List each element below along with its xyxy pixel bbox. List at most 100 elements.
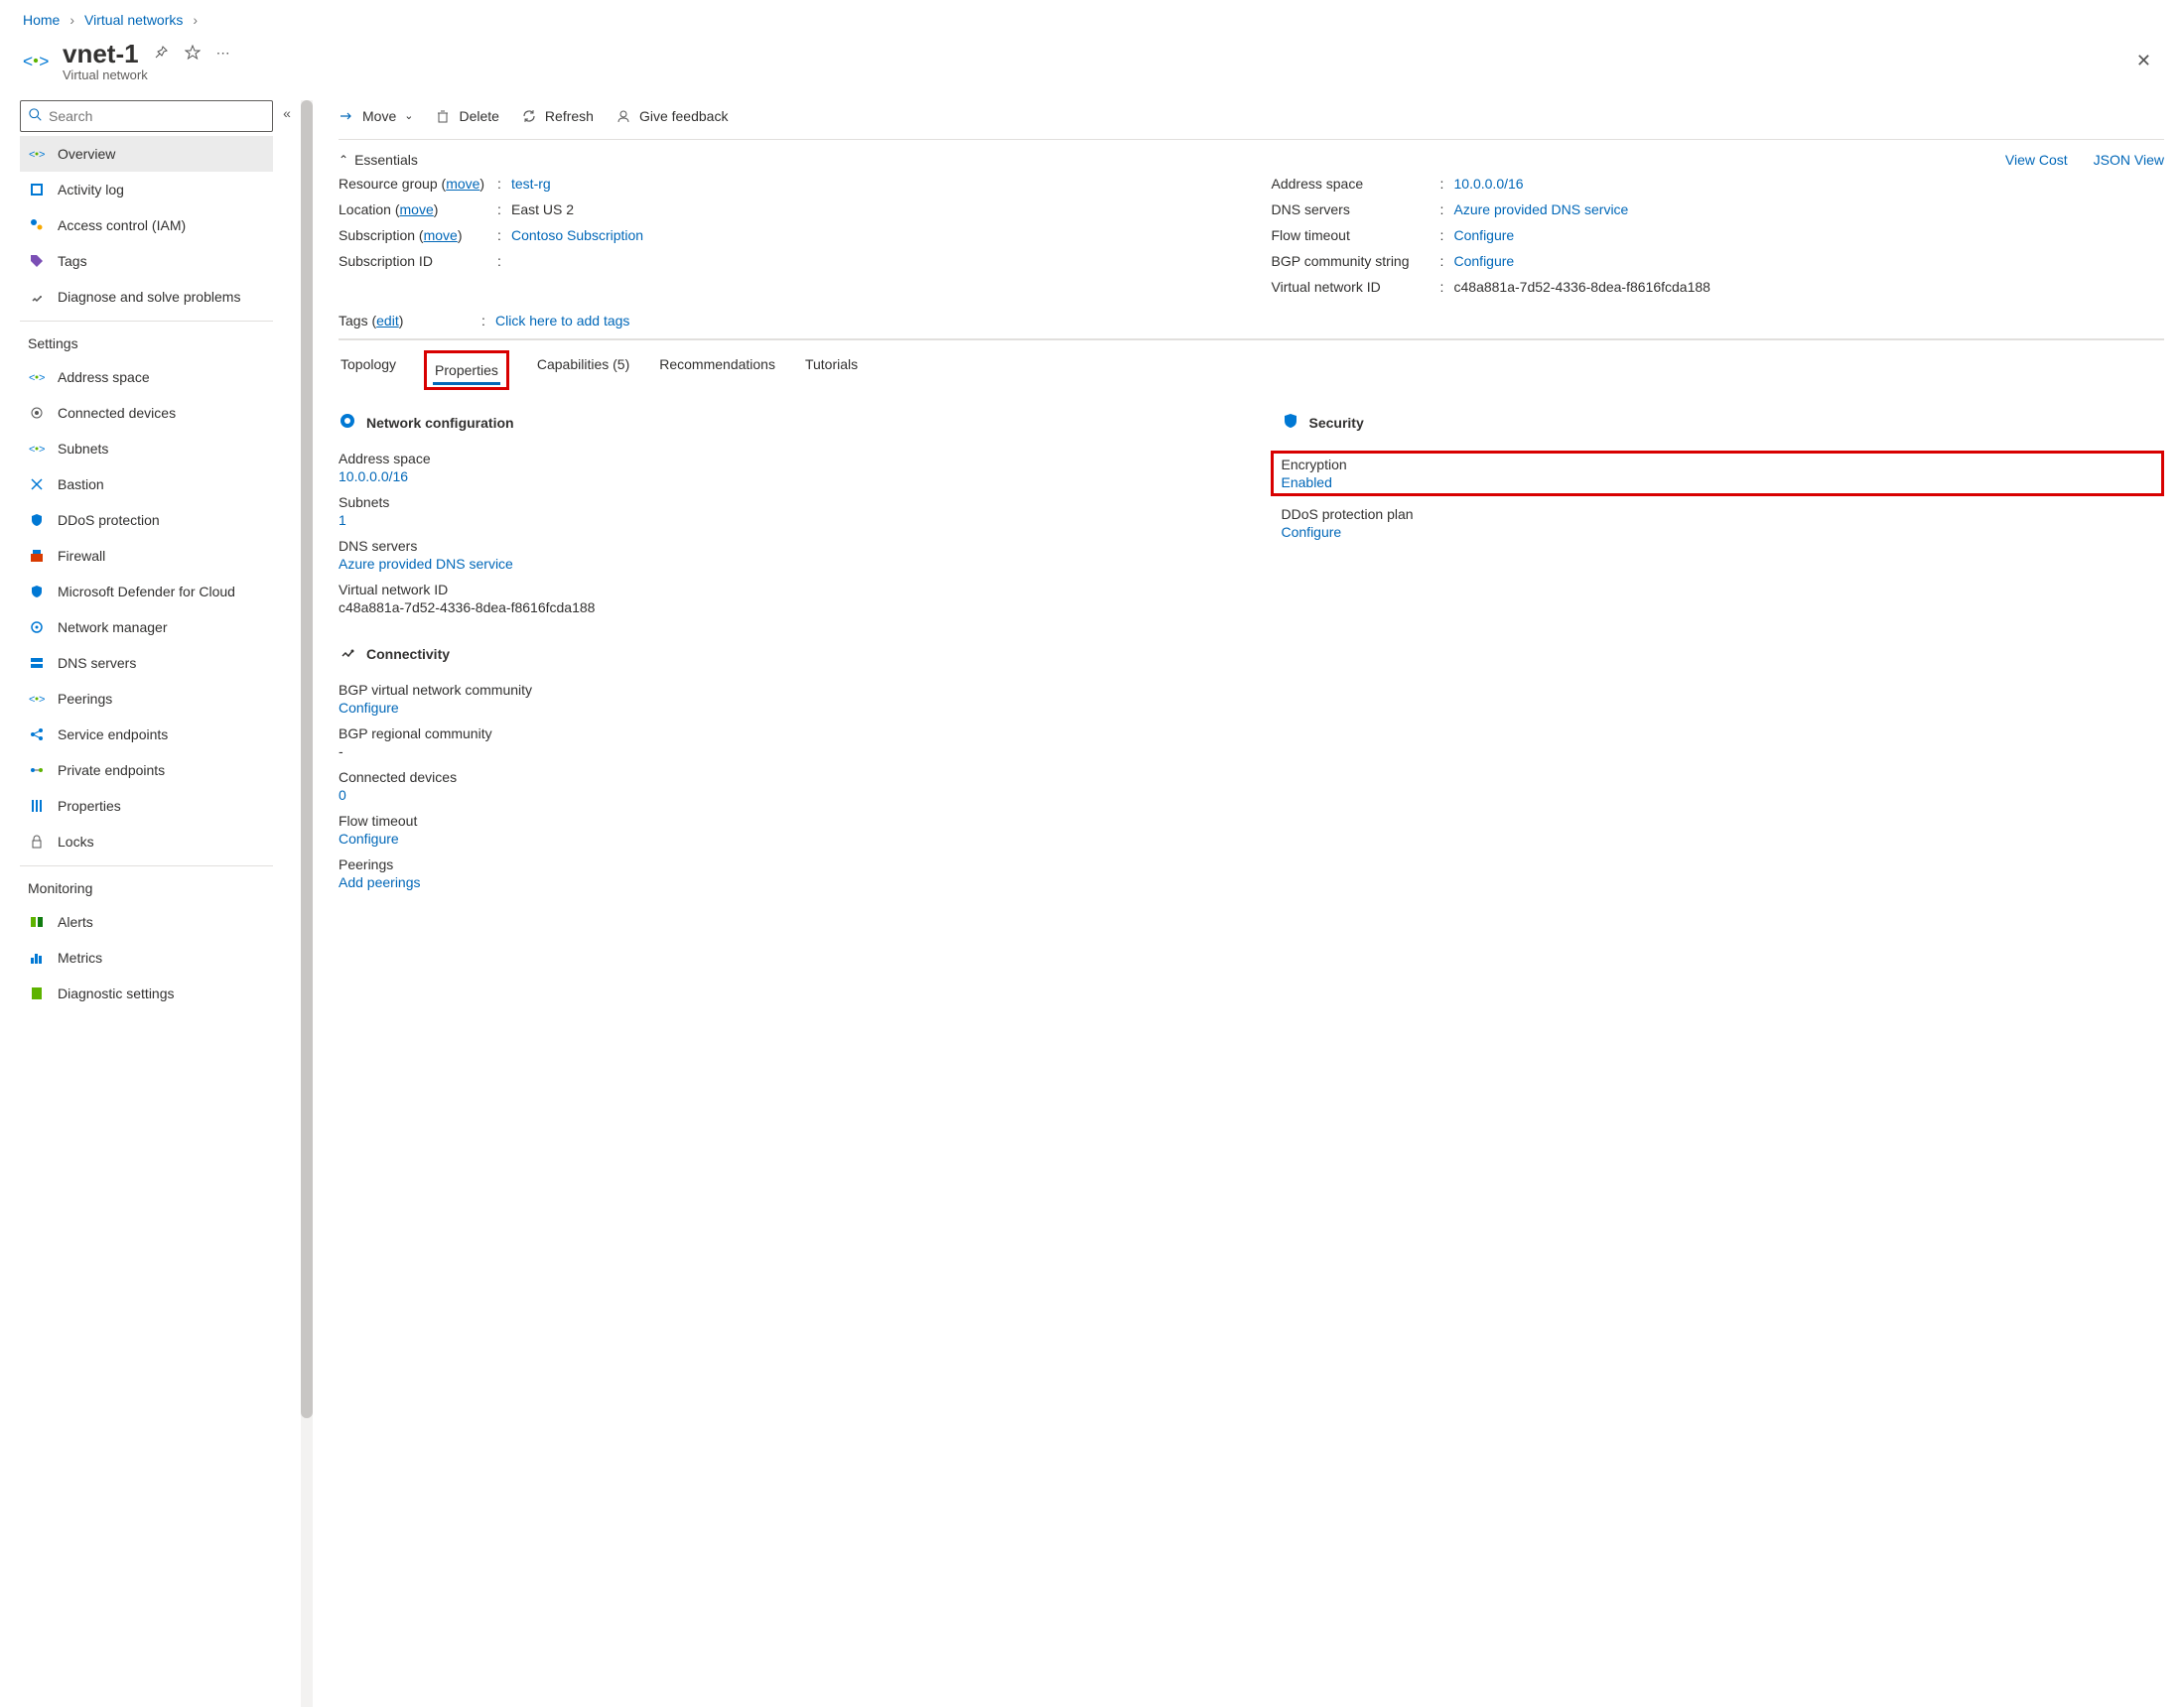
prop-peerings-label: Peerings [339, 856, 1222, 872]
network-config-title: Network configuration [339, 412, 1222, 433]
nav-dns-servers[interactable]: DNS servers [20, 645, 273, 681]
prop-connected-devices-label: Connected devices [339, 769, 1222, 785]
service-endpoints-icon [28, 725, 46, 743]
chevron-down-icon: ⌄ [404, 109, 413, 122]
address-space-value[interactable]: 10.0.0.0/16 [1454, 176, 1524, 192]
nav-ddos[interactable]: DDoS protection [20, 502, 273, 538]
resource-group-move-link[interactable]: move [446, 176, 479, 192]
flow-timeout-value[interactable]: Configure [1454, 227, 1515, 243]
diagnose-icon [28, 288, 46, 306]
pin-icon[interactable] [153, 45, 169, 64]
prop-encryption-value[interactable]: Enabled [1282, 474, 1332, 490]
tags-edit-link[interactable]: edit [376, 313, 399, 328]
tab-recommendations[interactable]: Recommendations [657, 350, 777, 390]
nav-label: DNS servers [58, 655, 136, 671]
prop-subnets-value[interactable]: 1 [339, 512, 346, 528]
prop-bgp-virtual-label: BGP virtual network community [339, 682, 1222, 698]
dns-servers-icon [28, 654, 46, 672]
prop-vnet-id-label: Virtual network ID [339, 582, 1222, 597]
chevron-up-icon: ⌃ [339, 153, 348, 167]
json-view-link[interactable]: JSON View [2094, 152, 2164, 168]
feedback-button[interactable]: Give feedback [615, 108, 729, 124]
nav-service-endpoints[interactable]: Service endpoints [20, 717, 273, 752]
nav-label: Overview [58, 146, 115, 162]
tab-tutorials[interactable]: Tutorials [803, 350, 860, 390]
nav-metrics[interactable]: Metrics [20, 940, 273, 976]
alerts-icon [28, 913, 46, 931]
nav-private-endpoints[interactable]: Private endpoints [20, 752, 273, 788]
collapse-sidebar-icon[interactable]: « [283, 105, 291, 1707]
close-button[interactable]: ✕ [2136, 51, 2161, 71]
delete-button[interactable]: Delete [435, 108, 498, 124]
nav-label: Alerts [58, 914, 93, 930]
prop-peerings-value[interactable]: Add peerings [339, 874, 421, 890]
prop-address-space-value[interactable]: 10.0.0.0/16 [339, 468, 408, 484]
tags-row: Tags (edit) : Click here to add tags [339, 295, 2164, 339]
nav-activity-log[interactable]: Activity log [20, 172, 273, 207]
nav-diagnostic-settings[interactable]: Diagnostic settings [20, 976, 273, 1011]
properties-icon [28, 797, 46, 815]
essentials-toggle[interactable]: ⌃ Essentials [339, 152, 418, 168]
prop-flow-timeout-value[interactable]: Configure [339, 831, 399, 847]
nav-defender[interactable]: Microsoft Defender for Cloud [20, 574, 273, 609]
svg-text:>: > [39, 694, 45, 706]
refresh-button[interactable]: Refresh [521, 108, 594, 124]
nav-network-manager[interactable]: Network manager [20, 609, 273, 645]
vnet-id-value: c48a881a-7d52-4336-8dea-f8616fcda188 [1454, 279, 1710, 295]
prop-dns-value[interactable]: Azure provided DNS service [339, 556, 513, 572]
breadcrumb-vnets[interactable]: Virtual networks [84, 12, 183, 28]
prop-bgp-virtual-value[interactable]: Configure [339, 700, 399, 716]
bgp-value[interactable]: Configure [1454, 253, 1515, 269]
sidebar-scrollbar[interactable] [301, 100, 313, 1707]
nav-locks[interactable]: Locks [20, 824, 273, 859]
nav-access-control[interactable]: Access control (IAM) [20, 207, 273, 243]
prop-bgp-regional-value: - [339, 743, 1222, 759]
nav-address-space[interactable]: <>Address space [20, 359, 273, 395]
move-button[interactable]: Move ⌄ [339, 108, 413, 124]
location-move-link[interactable]: move [400, 201, 434, 217]
star-icon[interactable] [185, 45, 201, 64]
defender-icon [28, 583, 46, 600]
view-cost-link[interactable]: View Cost [2005, 152, 2068, 168]
breadcrumb-home[interactable]: Home [23, 12, 60, 28]
prop-ddos-label: DDoS protection plan [1282, 506, 2165, 522]
network-manager-icon [28, 618, 46, 636]
nav-peerings[interactable]: <> Peerings [20, 681, 273, 717]
nav-overview[interactable]: <> Overview [20, 136, 273, 172]
properties-highlight: Properties [424, 350, 509, 390]
prop-encryption-label: Encryption [1282, 457, 2154, 472]
svg-text:<: < [29, 372, 35, 384]
nav-label: Properties [58, 798, 121, 814]
tab-properties[interactable]: Properties [433, 356, 500, 384]
more-icon[interactable]: ⋯ [216, 45, 230, 64]
nav-firewall[interactable]: Firewall [20, 538, 273, 574]
diagnostic-settings-icon [28, 985, 46, 1002]
search-input[interactable] [49, 108, 264, 124]
nav-subnets[interactable]: <>Subnets [20, 431, 273, 466]
search-box[interactable] [20, 100, 273, 132]
nav-connected-devices[interactable]: Connected devices [20, 395, 273, 431]
nav-properties[interactable]: Properties [20, 788, 273, 824]
nav-tags[interactable]: Tags [20, 243, 273, 279]
ddos-icon [28, 511, 46, 529]
dns-servers-value[interactable]: Azure provided DNS service [1454, 201, 1629, 217]
nav-bastion[interactable]: Bastion [20, 466, 273, 502]
metrics-icon [28, 949, 46, 967]
tags-add-link[interactable]: Click here to add tags [495, 313, 629, 328]
tab-capabilities[interactable]: Capabilities (5) [535, 350, 631, 390]
nav-diagnose[interactable]: Diagnose and solve problems [20, 279, 273, 315]
peerings-icon: <> [28, 690, 46, 708]
resource-group-value[interactable]: test-rg [511, 176, 551, 192]
subscription-label: Subscription (move) [339, 227, 497, 243]
prop-bgp-regional-label: BGP regional community [339, 725, 1222, 741]
prop-connected-devices-value[interactable]: 0 [339, 787, 346, 803]
subscription-value[interactable]: Contoso Subscription [511, 227, 643, 243]
tags-label: Tags (edit) [339, 313, 481, 328]
tab-topology[interactable]: Topology [339, 350, 398, 390]
prop-ddos-value[interactable]: Configure [1282, 524, 1342, 540]
nav-label: Private endpoints [58, 762, 165, 778]
refresh-label: Refresh [545, 108, 594, 124]
subscription-move-link[interactable]: move [424, 227, 458, 243]
nav-alerts[interactable]: Alerts [20, 904, 273, 940]
nav-label: Peerings [58, 691, 112, 707]
